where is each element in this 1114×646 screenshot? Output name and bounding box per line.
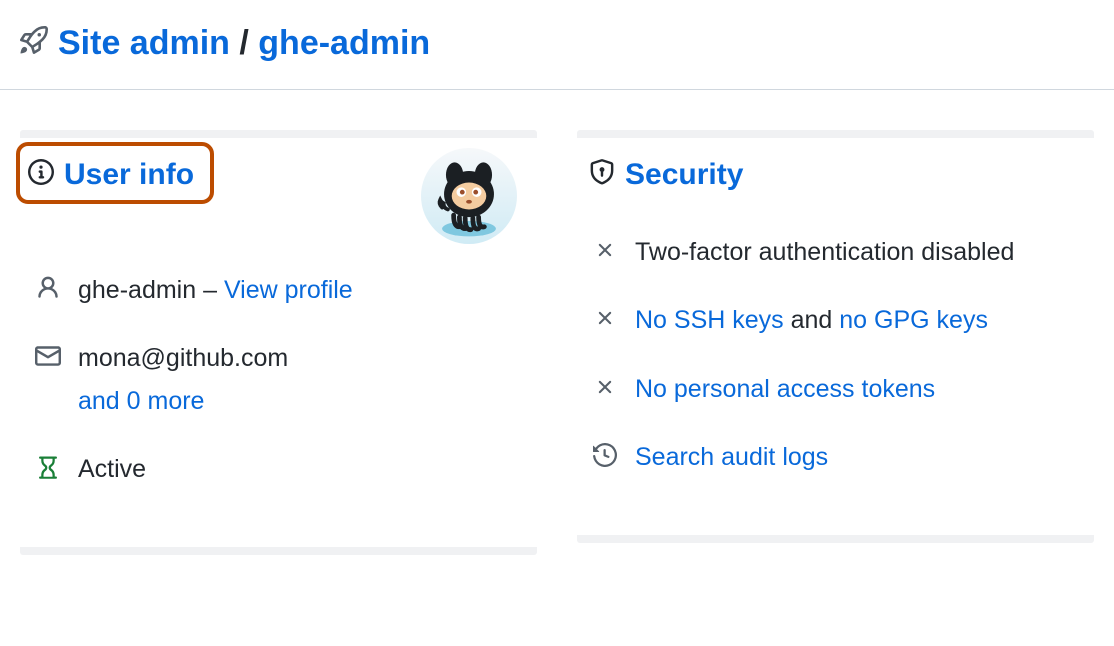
- x-icon: [591, 373, 619, 401]
- twofa-text: Two-factor authentication disabled: [635, 238, 1014, 266]
- rocket-icon: [20, 26, 48, 61]
- panel-divider-top: [20, 130, 537, 138]
- history-icon: [591, 441, 619, 469]
- breadcrumb-user-link[interactable]: ghe-admin: [258, 24, 430, 62]
- no-ssh-keys-link[interactable]: No SSH keys: [635, 306, 784, 334]
- status-text: Active: [78, 455, 146, 483]
- person-icon: [34, 274, 62, 302]
- mail-icon: [34, 342, 62, 370]
- user-info-header: User info: [16, 142, 214, 204]
- security-header: Security: [577, 138, 1094, 206]
- avatar[interactable]: [421, 148, 517, 244]
- no-gpg-keys-link[interactable]: no GPG keys: [839, 306, 988, 334]
- breadcrumb-site-admin-link[interactable]: Site admin: [58, 24, 230, 62]
- panel-divider-bottom: [20, 547, 537, 555]
- audit-logs-link[interactable]: Search audit logs: [635, 443, 828, 471]
- security-title-link[interactable]: Security: [625, 158, 743, 191]
- panel-divider-top: [577, 130, 1094, 138]
- user-info-panel: User info: [20, 130, 537, 555]
- security-panel: Security Two-factor authentication disab…: [577, 130, 1094, 555]
- shield-lock-icon: [589, 159, 615, 192]
- hourglass-icon: [34, 453, 62, 481]
- security-tokens-row: No personal access tokens: [591, 355, 1082, 423]
- keys-connector: and: [784, 306, 840, 334]
- user-info-title-link[interactable]: User info: [64, 158, 194, 191]
- username-separator: –: [196, 276, 224, 304]
- user-info-email-row: mona@github.com and 0 more: [34, 324, 525, 435]
- breadcrumb: Site admin / ghe-admin: [58, 24, 430, 63]
- security-twofa-row: Two-factor authentication disabled: [591, 218, 1082, 286]
- x-icon: [591, 304, 619, 332]
- email-more-link[interactable]: and 0 more: [78, 383, 525, 419]
- panel-divider-bottom: [577, 535, 1094, 543]
- no-tokens-link[interactable]: No personal access tokens: [635, 375, 935, 403]
- user-info-status-row: Active: [34, 435, 525, 503]
- username-text: ghe-admin: [78, 276, 196, 304]
- x-icon: [591, 236, 619, 264]
- security-audit-row: Search audit logs: [591, 423, 1082, 491]
- security-keys-row: No SSH keys and no GPG keys: [591, 286, 1082, 354]
- info-icon: [28, 159, 54, 192]
- user-info-username-row: ghe-admin – View profile: [34, 256, 525, 324]
- email-text: mona@github.com: [78, 344, 288, 372]
- breadcrumb-header: Site admin / ghe-admin: [0, 0, 1114, 90]
- main-content: User info: [0, 90, 1114, 555]
- view-profile-link[interactable]: View profile: [224, 276, 353, 304]
- breadcrumb-separator: /: [230, 24, 258, 62]
